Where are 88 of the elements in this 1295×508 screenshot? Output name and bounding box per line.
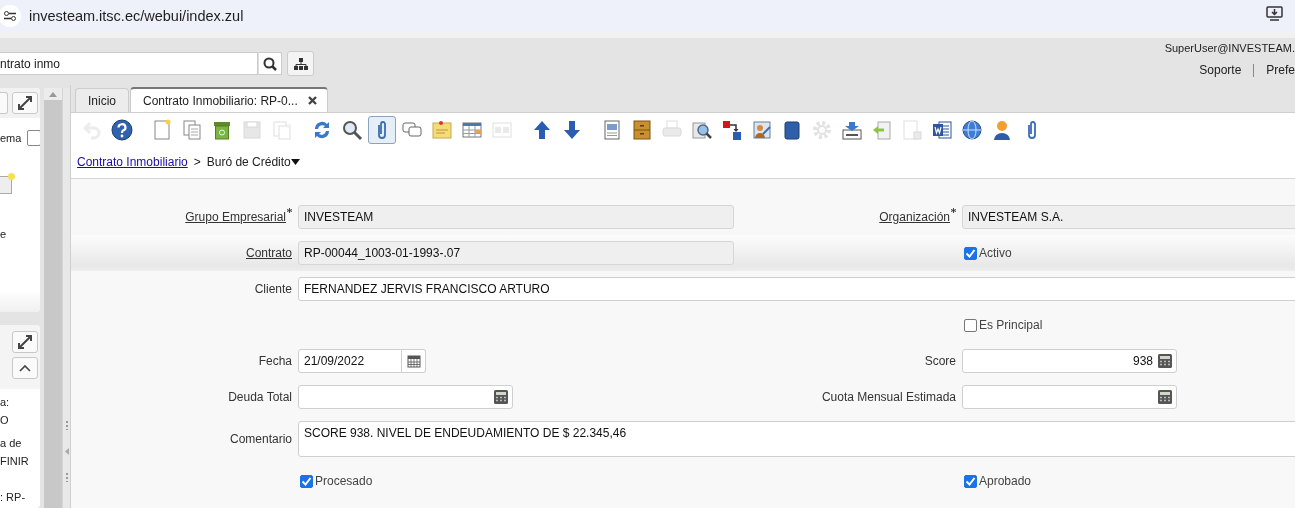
text-field[interactable]: RP-00044_1003-01-1993-.07: [298, 241, 734, 265]
checkbox-label: Procesado: [315, 474, 373, 488]
maximize-button[interactable]: [12, 331, 39, 353]
site-settings-button[interactable]: [0, 5, 21, 27]
checkbox[interactable]: [964, 318, 977, 332]
note-icon: [431, 118, 453, 141]
copy-icon: [181, 118, 203, 141]
panel-text: e: [0, 228, 7, 240]
tab[interactable]: Inicio: [75, 88, 129, 112]
calculator-icon: [1157, 389, 1173, 405]
monitor-download-icon: [1266, 6, 1283, 22]
panel-text: O: [0, 413, 10, 428]
calendar-icon: [406, 354, 421, 368]
checkbox-label: Activo: [979, 246, 1012, 260]
squares-arrow-icon: [721, 118, 743, 141]
expand-icon: [18, 335, 33, 349]
expand-icon: [18, 96, 32, 110]
floppy-icon: [241, 118, 263, 141]
breadcrumb-separator: >: [193, 155, 201, 169]
globe-icon: [961, 118, 983, 141]
number-field[interactable]: [298, 385, 513, 409]
check-icon: [301, 475, 312, 487]
field-label: Cliente: [254, 282, 292, 296]
panel-text: FINIR: [0, 454, 30, 469]
search-icon: [263, 56, 277, 71]
arrow-down-icon: [561, 118, 583, 141]
panel-text: ema: [0, 132, 22, 144]
word-document-icon: [931, 118, 953, 141]
panel-text: a de: [0, 436, 23, 451]
breadcrumb-link[interactable]: Contrato Inmobiliario: [77, 155, 188, 169]
calculator-icon: [1157, 353, 1173, 369]
header-link[interactable]: Prefe: [1266, 63, 1295, 77]
documents-icon: [271, 118, 293, 141]
checkbox-label: Aprobado: [979, 474, 1032, 488]
calculator-icon: [493, 389, 509, 405]
checkbox[interactable]: [300, 474, 313, 488]
field-label: Fecha: [258, 354, 292, 368]
help-icon: [111, 118, 133, 141]
caret-icon: [290, 159, 300, 165]
chevron-up-icon: [19, 364, 32, 372]
text-field[interactable]: INVESTEAM: [298, 205, 734, 229]
field-label[interactable]: Organización: [879, 210, 950, 224]
hierarchy-icon: [293, 57, 308, 70]
breadcrumb-current[interactable]: Buró de Crédito: [206, 155, 291, 169]
text-field[interactable]: FERNANDEZ JERVIS FRANCISCO ARTURO: [298, 277, 1295, 301]
number-field[interactable]: 938: [962, 349, 1177, 373]
field-button[interactable]: [0, 176, 12, 194]
date-field[interactable]: 21/09/2022: [298, 349, 402, 373]
drawer-icon: [631, 118, 653, 141]
document-icon: [601, 118, 623, 141]
checkbox[interactable]: [964, 474, 977, 488]
panel-text: a:: [0, 395, 11, 410]
gear-icon: [811, 118, 833, 141]
search-field[interactable]: ntrato inmo: [0, 52, 258, 75]
scrollbar[interactable]: [44, 88, 63, 508]
checkbox[interactable]: [27, 130, 41, 146]
user-icon: [991, 118, 1013, 141]
text-field[interactable]: INVESTEAM S.A.: [962, 205, 1295, 229]
calendar-button[interactable]: [402, 349, 426, 373]
checkbox-label: Es Principal: [979, 318, 1043, 332]
field-label[interactable]: Grupo Empresarial: [185, 210, 286, 224]
scroll-up-icon: [49, 91, 58, 97]
new-document-icon: [151, 118, 173, 141]
sliders-icon: [4, 11, 16, 21]
header-link[interactable]: Soporte: [1199, 63, 1242, 77]
text-area[interactable]: SCORE 938. NIVEL DE ENDEUDAMIENTO DE $ 22.345,46: [298, 421, 1295, 457]
number-field[interactable]: [962, 385, 1177, 409]
collapse-button[interactable]: [12, 357, 39, 379]
check-icon: [965, 475, 976, 487]
tree-button[interactable]: [287, 51, 314, 76]
tab[interactable]: Contrato Inmobiliario: RP-0...: [130, 87, 328, 112]
check-icon: [965, 247, 976, 259]
square-icon: [781, 118, 803, 141]
document-arrow-icon: [871, 118, 893, 141]
field-label[interactable]: Contrato: [245, 246, 292, 260]
field-label: Comentario: [229, 432, 292, 446]
people-icon: [751, 118, 773, 141]
maximize-button[interactable]: [12, 92, 38, 114]
checkbox[interactable]: [964, 246, 977, 260]
field-label: Cuota Mensual Estimada: [821, 390, 956, 404]
panel-text: : RP-: [0, 490, 27, 505]
search-icon: [341, 118, 363, 141]
search-button[interactable]: [258, 52, 282, 75]
toolbar-button[interactable]: [368, 115, 396, 144]
user-name: SuperUser@INVESTEAM.: [1164, 42, 1295, 54]
page-icon: [901, 118, 923, 141]
field-label: Score: [924, 354, 956, 368]
field-label: Deuda Total: [228, 390, 292, 404]
